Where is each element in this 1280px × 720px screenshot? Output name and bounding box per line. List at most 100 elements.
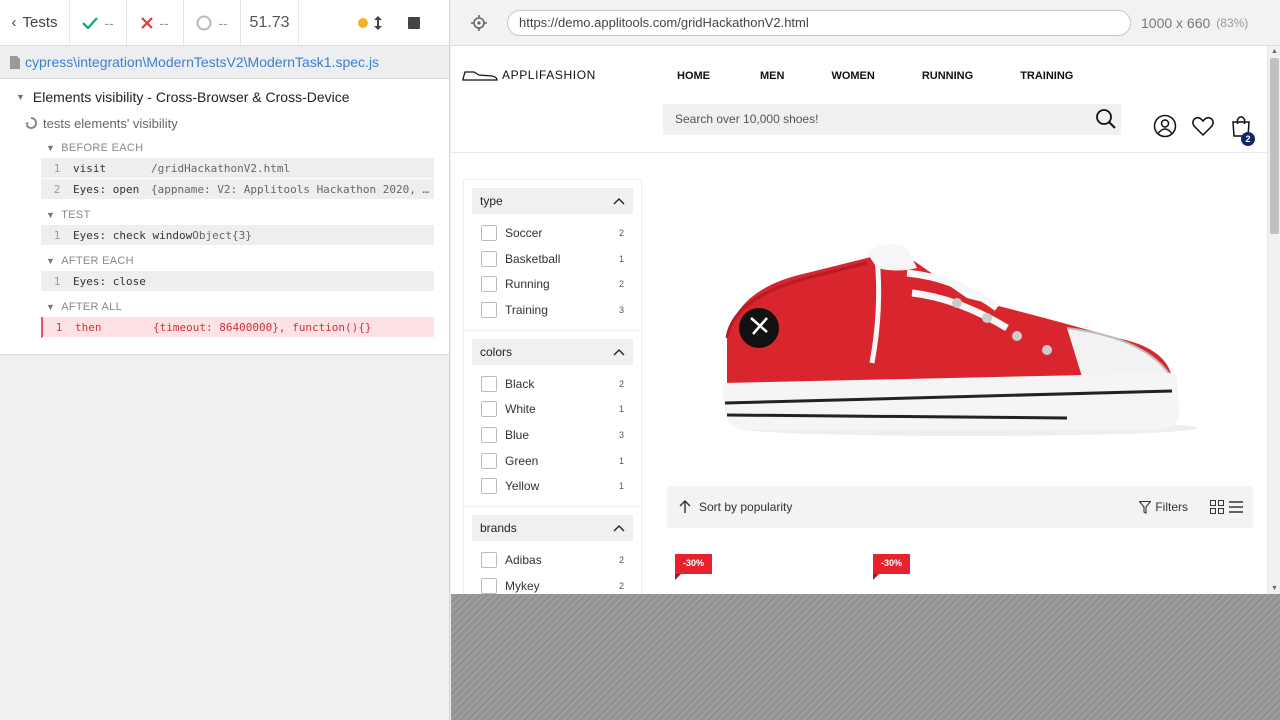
hook-header-before-each[interactable]: ▼ BEFORE EACH	[0, 137, 449, 158]
filter-item[interactable]: Mykey 2	[464, 573, 641, 594]
test-row[interactable]: tests elements' visibility	[0, 109, 449, 137]
checkbox[interactable]	[481, 375, 497, 392]
filter-label: Training	[505, 302, 548, 317]
grid-view-icon[interactable]	[1210, 500, 1224, 514]
filter-group-colors-header[interactable]: colors	[472, 338, 633, 365]
nav-running[interactable]: RUNNING	[922, 70, 973, 82]
filter-group-title: type	[480, 194, 503, 208]
command-name: visit	[73, 161, 107, 175]
caret-down-icon: ▼	[16, 92, 25, 102]
filter-item[interactable]: Training 3	[464, 297, 641, 323]
page-scrollbar[interactable]: ▲ ▼	[1267, 46, 1280, 594]
url-field[interactable]: https://demo.applitools.com/gridHackatho…	[507, 9, 1131, 36]
funnel-icon	[1139, 500, 1152, 514]
filter-divider	[464, 506, 641, 508]
viewport-scale: (83%)	[1216, 15, 1249, 30]
nav-home[interactable]: HOME	[677, 70, 710, 82]
filter-group-title: brands	[480, 521, 517, 536]
filter-item[interactable]: Yellow 1	[464, 474, 641, 500]
checkbox[interactable]	[481, 250, 497, 267]
auto-scroll-toggle[interactable]	[358, 15, 382, 30]
filter-item[interactable]: Black 2	[464, 371, 641, 397]
runner-controls	[299, 0, 434, 45]
checkbox[interactable]	[481, 276, 497, 293]
checkbox[interactable]	[481, 401, 497, 418]
filter-count: 1	[619, 481, 625, 492]
duration-value: 51.73	[249, 13, 290, 31]
check-icon	[82, 16, 99, 29]
chevron-up-icon	[613, 525, 625, 532]
filter-item[interactable]: White 1	[464, 396, 641, 422]
filter-item[interactable]: Soccer 2	[464, 220, 641, 246]
command-name: Eyes: close	[73, 274, 146, 288]
caret-down-icon: ▼	[46, 209, 56, 220]
filter-item[interactable]: Green 1	[464, 448, 641, 474]
pending-count: --	[218, 14, 228, 31]
nav-men[interactable]: MEN	[760, 70, 784, 82]
spec-path-link[interactable]: cypress\integration\ModernTestsV2\Modern…	[25, 54, 379, 70]
back-to-tests-button[interactable]: ‹ Tests	[0, 0, 70, 45]
scroll-thumb[interactable]	[1270, 58, 1279, 234]
hero-sneaker-image	[722, 244, 1197, 436]
stop-icon[interactable]	[408, 16, 420, 29]
nav-training[interactable]: TRAINING	[1020, 70, 1073, 82]
command-row[interactable]: 2 Eyes: open {appname: V2: Applitools Ha…	[41, 179, 434, 200]
checkbox[interactable]	[481, 301, 497, 318]
hook-header-test[interactable]: ▼ TEST	[0, 204, 449, 225]
command-number: 1	[53, 161, 61, 175]
brand-name: APPLIFASHION	[502, 68, 596, 82]
scroll-up-arrow-icon[interactable]: ▲	[1271, 48, 1278, 55]
checkbox[interactable]	[481, 224, 497, 241]
command-row[interactable]: 1 visit /gridHackathonV2.html	[41, 158, 434, 179]
test-title: tests elements' visibility	[43, 115, 178, 131]
filter-item[interactable]: Blue 3	[464, 422, 641, 448]
checkbox[interactable]	[481, 426, 497, 443]
selector-playground-button[interactable]	[451, 14, 507, 31]
checkbox[interactable]	[481, 552, 497, 569]
search-input[interactable]: Search over 10,000 shoes!	[663, 104, 1121, 135]
hook-header-after-all[interactable]: ▼ AFTER ALL	[0, 296, 449, 317]
x-icon	[141, 16, 154, 29]
header-divider	[451, 152, 1280, 153]
running-spinner-icon	[25, 117, 37, 129]
checkbox[interactable]	[481, 577, 497, 594]
command-row[interactable]: 1 Eyes: check window Object{3}	[41, 225, 434, 246]
failed-stat: --	[127, 0, 184, 45]
suite-row[interactable]: ▼ Elements visibility - Cross-Browser & …	[0, 85, 449, 109]
discount-badge: -30%	[675, 554, 712, 580]
filter-group-type-header[interactable]: type	[472, 188, 633, 214]
aut-iframe: APPLIFASHION HOME MEN WOMEN RUNNING TRAI…	[451, 46, 1280, 594]
command-row[interactable]: 1 Eyes: close	[41, 271, 434, 292]
suite-title: Elements visibility - Cross-Browser & Cr…	[32, 89, 350, 105]
command-row-failed[interactable]: 1 then {timeout: 86400000}, function(){}	[41, 317, 434, 338]
filter-count: 1	[619, 404, 625, 415]
checkbox[interactable]	[481, 478, 497, 495]
list-view-icon[interactable]	[1229, 500, 1243, 514]
heart-icon[interactable]	[1191, 114, 1215, 138]
filter-count: 1	[619, 455, 625, 466]
filter-item[interactable]: Basketball 1	[464, 246, 641, 272]
search-icon[interactable]	[1095, 108, 1117, 130]
shoe-logo-icon	[462, 71, 498, 81]
user-icon[interactable]	[1153, 114, 1177, 138]
spec-file-bar: cypress\integration\ModernTestsV2\Modern…	[0, 46, 449, 79]
command-message: /gridHackathonV2.html	[151, 161, 291, 175]
filters-button[interactable]: Filters	[1139, 500, 1188, 514]
sort-dropdown[interactable]: Sort by popularity	[699, 500, 1139, 514]
command-number: 1	[53, 274, 61, 288]
scroll-down-arrow-icon[interactable]: ▼	[1271, 585, 1278, 592]
aut-header: https://demo.applitools.com/gridHackatho…	[451, 0, 1280, 46]
nav-women[interactable]: WOMEN	[831, 70, 874, 82]
checkbox[interactable]	[481, 452, 497, 469]
filter-item[interactable]: Running 2	[464, 271, 641, 297]
command-message: {timeout: 86400000}, function(){}	[153, 320, 372, 334]
filter-count: 3	[619, 429, 625, 440]
command-number: 1	[53, 228, 61, 242]
caret-down-icon: ▼	[46, 301, 56, 312]
filter-item[interactable]: Adibas 2	[464, 547, 641, 573]
site-logo[interactable]: APPLIFASHION	[462, 68, 596, 82]
filter-label: Green	[505, 453, 539, 468]
filter-group-brands-header[interactable]: brands	[472, 515, 633, 542]
chevron-left-icon: ‹	[11, 14, 17, 31]
hook-header-after-each[interactable]: ▼ AFTER EACH	[0, 250, 449, 271]
